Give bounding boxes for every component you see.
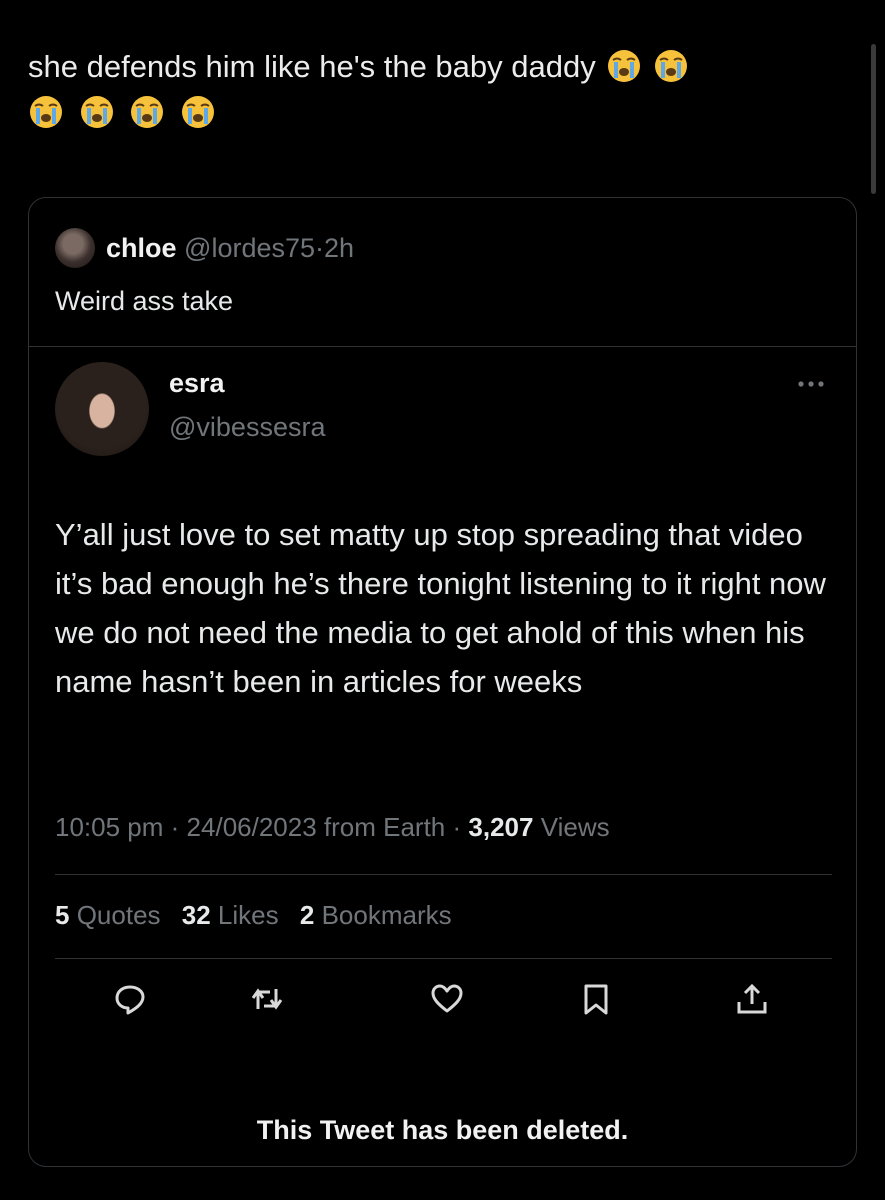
like-button[interactable] <box>430 982 464 1016</box>
share-button[interactable] <box>735 982 769 1016</box>
quotes-stat[interactable]: 5 Quotes <box>55 900 161 930</box>
likes-label: Likes <box>217 900 279 930</box>
bookmarks-stat[interactable]: 2 Bookmarks <box>300 900 452 930</box>
separator-dot: · <box>170 812 180 842</box>
divider <box>55 958 832 959</box>
divider <box>29 346 856 347</box>
bookmark-icon <box>584 984 608 1015</box>
emoji-row <box>28 90 858 135</box>
quote-author-handle[interactable]: @lordes75 <box>184 233 315 264</box>
bookmarks-count: 2 <box>299 900 315 930</box>
loudly-crying-face-icon <box>80 96 113 128</box>
more-options-icon[interactable] <box>794 374 828 394</box>
views-count: 3,207 <box>468 812 534 842</box>
scrollbar[interactable] <box>871 44 876 194</box>
bookmark-button[interactable] <box>579 982 613 1016</box>
quote-author-name[interactable]: chloe <box>106 233 177 264</box>
tweet-author-handle[interactable]: @vibessesra <box>169 412 325 443</box>
quotes-label: Quotes <box>76 900 161 930</box>
share-icon <box>737 983 767 1014</box>
reply-button[interactable] <box>113 982 147 1016</box>
quotes-count: 5 <box>55 900 70 930</box>
divider <box>55 874 832 875</box>
loudly-crying-face-icon <box>608 50 641 82</box>
loudly-crying-face-icon <box>131 96 164 128</box>
retweet-icon <box>251 988 283 1010</box>
tweet-meta: 10:05 pm · 24/06/2023 from Earth · 3,207… <box>55 812 610 843</box>
tweet-author-name[interactable]: esra <box>169 368 225 399</box>
reply-icon <box>115 985 145 1015</box>
quote-header: chloe @lordes75 · 2h <box>55 228 354 268</box>
avatar[interactable] <box>55 362 149 456</box>
caption-text: she defends him like he's the baby daddy <box>28 49 596 84</box>
separator-dot: · <box>452 812 462 842</box>
likes-count: 32 <box>181 900 211 930</box>
tweet-actions <box>29 982 856 1026</box>
views-label: Views <box>540 812 610 842</box>
like-icon <box>431 984 463 1013</box>
loudly-crying-face-icon <box>30 96 62 128</box>
likes-stat[interactable]: 32 Likes <box>182 900 279 930</box>
post-caption: she defends him like he's the baby daddy <box>28 44 858 135</box>
avatar[interactable] <box>55 228 95 268</box>
loudly-crying-face-icon <box>654 50 687 82</box>
loudly-crying-face-icon <box>181 96 214 128</box>
tweet-date-source[interactable]: 24/06/2023 from Earth <box>187 812 446 842</box>
quote-tweet-card[interactable]: chloe @lordes75 · 2h Weird ass take esra… <box>28 197 857 1167</box>
tweet-stats: 5 Quotes 32 Likes 2 Bookmarks <box>55 900 452 931</box>
quote-timestamp[interactable]: 2h <box>324 233 354 264</box>
bookmarks-label: Bookmarks <box>321 900 452 930</box>
tweet-time[interactable]: 10:05 pm <box>55 812 163 842</box>
separator-dot: · <box>315 232 325 263</box>
retweet-button[interactable] <box>250 982 284 1016</box>
quote-text: Weird ass take <box>55 286 234 316</box>
tweet-body: Y’all just love to set matty up stop spr… <box>55 517 826 699</box>
deleted-notice: This Tweet has been deleted. <box>256 1115 629 1145</box>
